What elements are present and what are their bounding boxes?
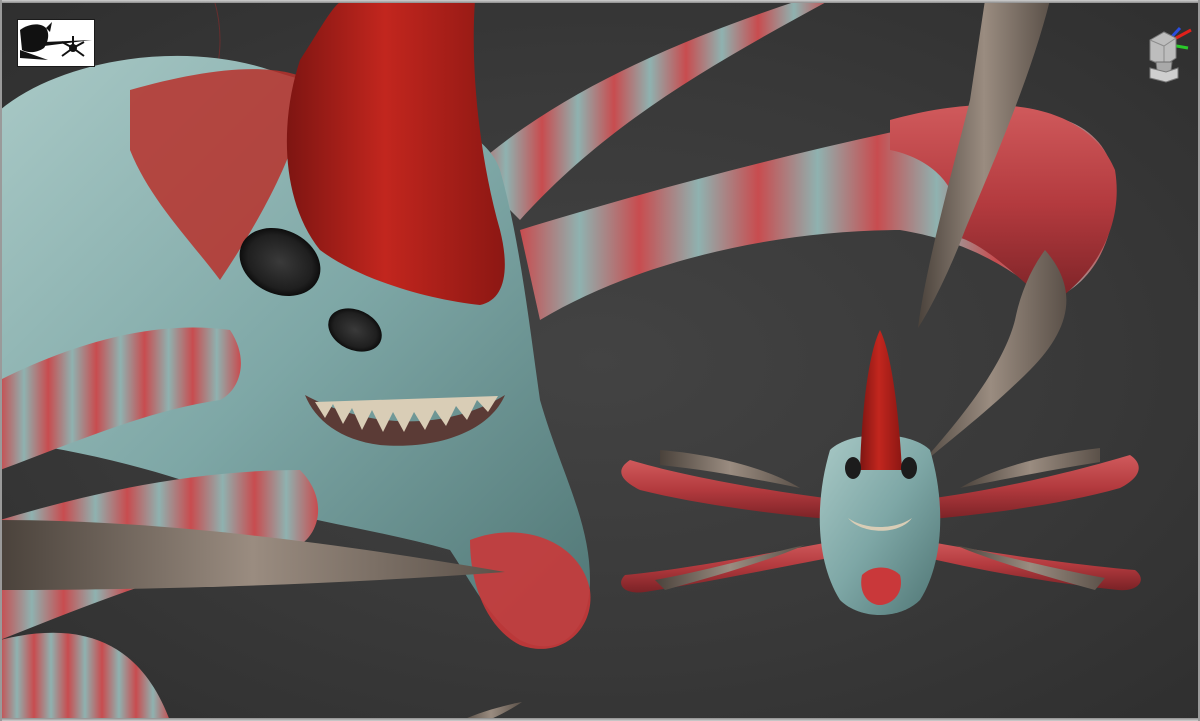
front-view-preview <box>621 330 1141 615</box>
viewport-frame-left <box>0 0 2 721</box>
sculpt-viewport[interactable] <box>0 0 1200 721</box>
creature-silhouette-thumbnail-icon <box>18 20 94 66</box>
document-thumbnail[interactable] <box>17 19 95 67</box>
viewport-frame-top <box>0 0 1200 3</box>
navigation-gizmo[interactable] <box>1136 22 1194 86</box>
scene-canvas[interactable] <box>0 0 1200 721</box>
navigation-cube-icon <box>1149 26 1192 83</box>
